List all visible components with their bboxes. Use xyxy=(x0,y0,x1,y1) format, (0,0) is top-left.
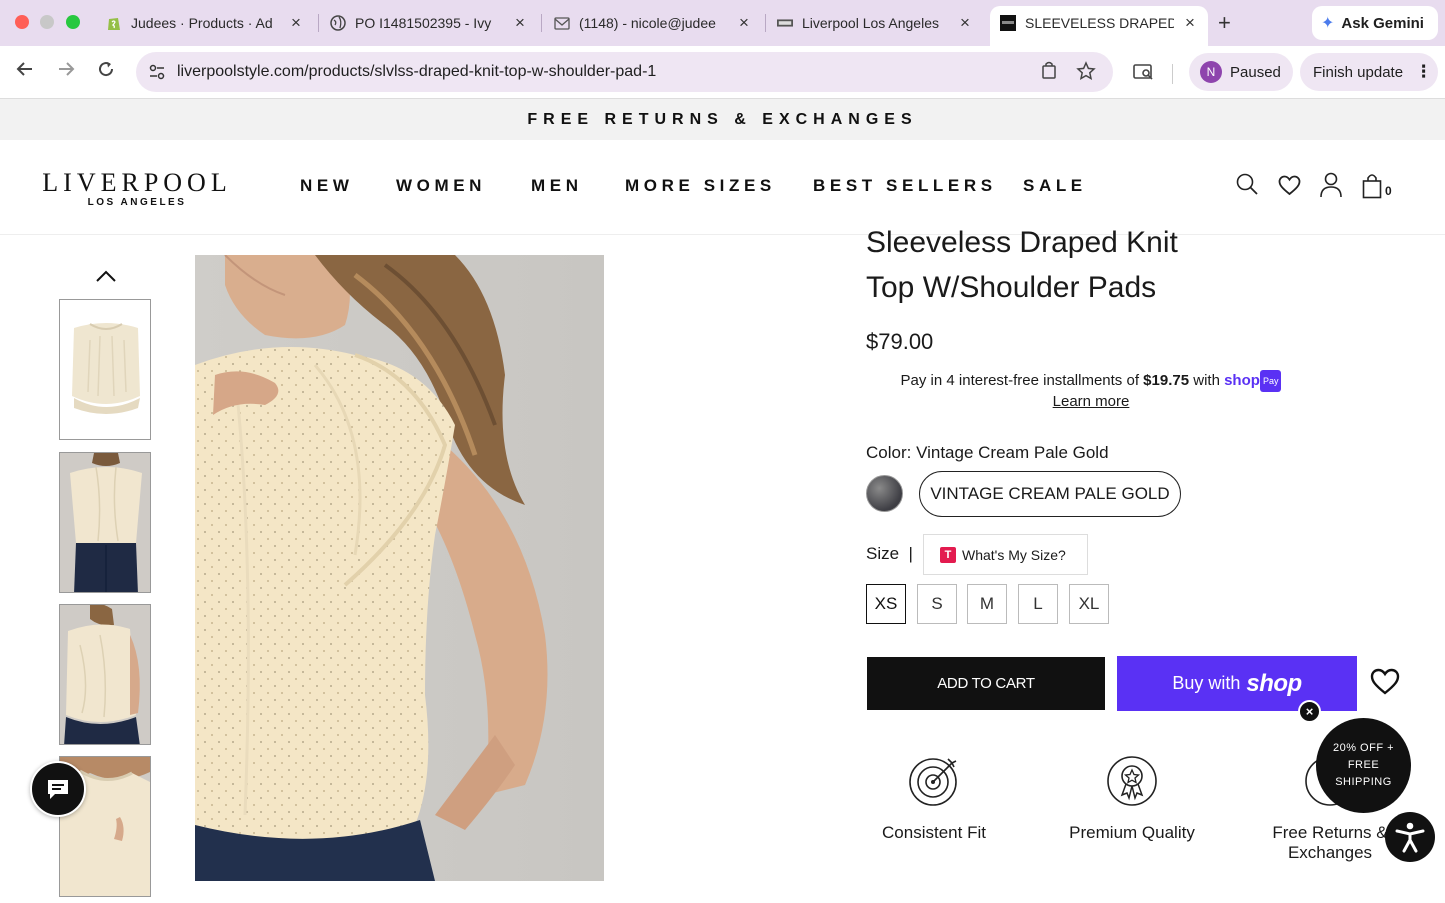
browser-tab-liverpool[interactable]: Liverpool Los Angeles × xyxy=(777,6,975,40)
back-button[interactable] xyxy=(16,60,34,84)
site-logo[interactable]: LIVERPOOL LOS ANGELES xyxy=(42,168,232,208)
product-title: Sleeveless Draped Knit Top W/Shoulder Pa… xyxy=(866,226,1178,304)
shop-pay-logo: shop xyxy=(1224,372,1260,389)
cart-bag-icon[interactable] xyxy=(1362,173,1382,204)
close-tab-icon[interactable]: × xyxy=(286,13,306,33)
bookmark-star-icon[interactable] xyxy=(1076,61,1096,86)
nav-more-sizes[interactable]: MORE SIZES xyxy=(625,176,776,196)
feature-premium-quality: Premium Quality xyxy=(1062,755,1202,843)
address-bar[interactable]: liverpoolstyle.com/products/slvlss-drape… xyxy=(136,52,1113,92)
add-to-wishlist-heart-icon[interactable] xyxy=(1370,668,1400,701)
browser-toolbar: liverpoolstyle.com/products/slvlss-drape… xyxy=(0,46,1445,99)
whats-my-size-button[interactable]: T What's My Size? xyxy=(923,534,1088,575)
reload-icon xyxy=(99,62,114,77)
feature-consistent-fit: Consistent Fit xyxy=(864,755,1004,843)
url-text: liverpoolstyle.com/products/slvlss-drape… xyxy=(177,63,657,80)
size-s-button[interactable]: S xyxy=(917,584,957,624)
close-tab-icon[interactable]: × xyxy=(1180,13,1200,33)
finish-update-button[interactable]: Finish update ⋮ xyxy=(1300,53,1438,91)
mail-icon xyxy=(554,15,570,31)
add-to-cart-button[interactable]: ADD TO CART xyxy=(867,657,1105,710)
arrow-left-icon xyxy=(16,62,32,76)
ask-gemini-button[interactable]: ✦ Ask Gemini xyxy=(1312,6,1438,40)
globe-icon xyxy=(330,15,346,31)
nav-best-sellers[interactable]: BEST SELLERS xyxy=(813,176,997,196)
more-menu-icon[interactable]: ⋮ xyxy=(1415,62,1432,82)
chat-bubble-icon xyxy=(48,780,68,799)
accessibility-button[interactable] xyxy=(1385,812,1435,862)
color-option-button[interactable]: VINTAGE CREAM PALE GOLD xyxy=(919,471,1181,517)
size-l-button[interactable]: L xyxy=(1018,584,1058,624)
new-tab-button[interactable]: + xyxy=(1218,10,1231,36)
buy-with-shop-button[interactable]: Buy with shop xyxy=(1117,656,1357,711)
true-fit-icon: T xyxy=(940,546,956,563)
shopping-bag-icon[interactable] xyxy=(1041,61,1057,84)
close-tab-icon[interactable]: × xyxy=(510,13,530,33)
reload-button[interactable] xyxy=(97,60,115,84)
wishlist-heart-icon[interactable] xyxy=(1278,175,1301,201)
product-thumbnail-2[interactable] xyxy=(59,452,151,593)
browser-tab-sleeveless-active[interactable]: SLEEVELESS DRAPED × xyxy=(990,6,1208,46)
nav-men[interactable]: MEN xyxy=(531,176,583,196)
nav-new[interactable]: NEW xyxy=(300,176,353,196)
color-swatch[interactable] xyxy=(866,475,903,512)
site-settings-icon[interactable] xyxy=(148,63,166,81)
award-ribbon-icon xyxy=(1107,756,1157,806)
forward-button[interactable] xyxy=(57,60,75,84)
chat-button[interactable] xyxy=(30,761,86,817)
account-icon[interactable] xyxy=(1320,172,1342,203)
close-window-button[interactable] xyxy=(15,15,29,29)
promo-banner: FREE RETURNS & EXCHANGES xyxy=(0,99,1445,140)
size-m-button[interactable]: M xyxy=(967,584,1007,624)
product-thumbnail-3[interactable] xyxy=(59,604,151,745)
shop-pay-installments: Pay in 4 interest-free installments of $… xyxy=(866,370,1316,412)
size-label: Size | xyxy=(866,544,913,563)
product-main-image[interactable] xyxy=(195,255,604,881)
minimize-window-button[interactable] xyxy=(40,15,54,29)
size-xs-button[interactable]: XS xyxy=(866,584,906,624)
chevron-up-icon[interactable] xyxy=(94,266,118,286)
profile-button[interactable]: N Paused xyxy=(1189,53,1293,91)
target-icon xyxy=(909,758,957,806)
store-icon xyxy=(777,15,793,31)
size-xl-button[interactable]: XL xyxy=(1069,584,1109,624)
search-icon[interactable] xyxy=(1236,173,1259,201)
cart-count: 0 xyxy=(1385,184,1392,198)
learn-more-link[interactable]: Learn more xyxy=(1053,392,1130,412)
arrow-right-icon xyxy=(59,62,75,76)
product-price: $79.00 xyxy=(866,329,934,354)
discount-promo-bubble[interactable]: 20% OFF + FREE SHIPPING xyxy=(1316,718,1411,813)
browser-tab-po[interactable]: PO I1481502395 - Ivy × xyxy=(330,6,530,40)
gemini-sparkle-icon: ✦ xyxy=(1321,15,1335,32)
avatar: N xyxy=(1200,61,1222,83)
nav-women[interactable]: WOMEN xyxy=(396,176,486,196)
accessibility-icon xyxy=(1395,822,1425,853)
close-promo-icon[interactable]: × xyxy=(1298,700,1321,723)
color-label: Color: Vintage Cream Pale Gold xyxy=(866,443,1109,462)
browser-tab-judees-products[interactable]: Judees · Products · Ad × xyxy=(106,6,306,40)
store-icon xyxy=(1000,15,1016,31)
shopify-icon xyxy=(106,15,122,31)
close-tab-icon[interactable]: × xyxy=(955,13,975,33)
browser-tab-mail[interactable]: (1148) - nicole@judee × xyxy=(554,6,754,40)
product-thumbnail-1[interactable] xyxy=(59,299,151,440)
nav-sale[interactable]: SALE xyxy=(1023,176,1087,196)
maximize-window-button[interactable] xyxy=(66,15,80,29)
close-tab-icon[interactable]: × xyxy=(734,13,754,33)
browser-tab-bar: Judees · Products · Ad × PO I1481502395 … xyxy=(0,0,1445,46)
google-lens-icon[interactable] xyxy=(1133,63,1155,86)
